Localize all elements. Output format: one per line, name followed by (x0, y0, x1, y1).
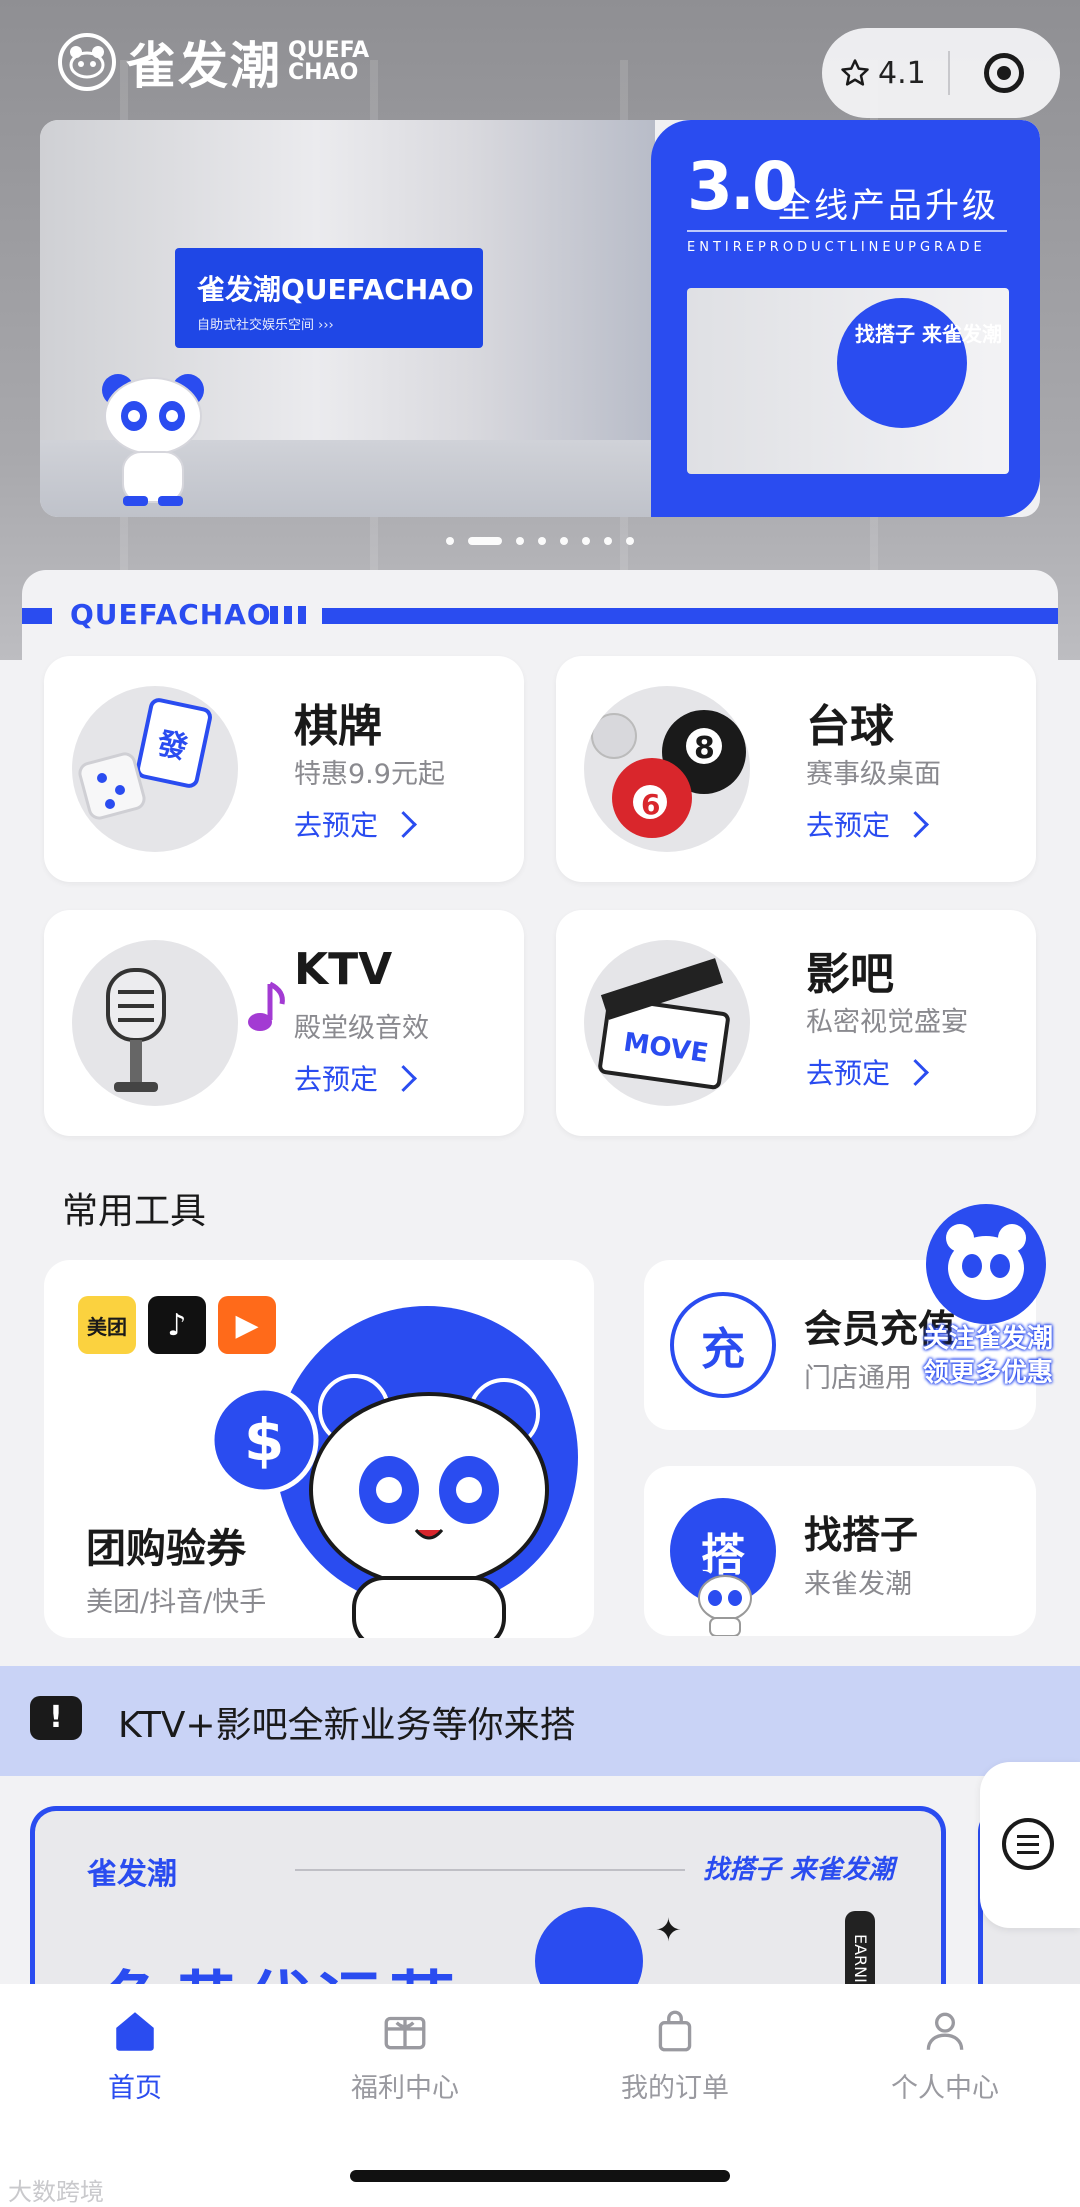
promo-title: 全线产品升级 (777, 186, 999, 226)
tab-label: 首页 (108, 2073, 162, 2104)
find-partner-card[interactable]: 搭 找搭子 来雀发潮 (644, 1466, 1036, 1636)
tool-desc: 美团/抖音/快手 (86, 1587, 267, 1618)
platform-icons: 美团 ♪ ▶ (78, 1296, 276, 1354)
kuaishou-icon: ▶ (218, 1296, 276, 1354)
service-title: KTV (294, 944, 393, 995)
tool-title: 团购验券 (86, 1526, 246, 1572)
service-title: 台球 (806, 701, 894, 752)
hero-banner[interactable]: 雀发潮QUEFACHAO 自助式社交娱乐空间 ››› 3.0 全线产品升级 EN… (40, 120, 1040, 517)
watermark: 大数跨境 (8, 2178, 104, 2206)
store-sign: 雀发潮QUEFACHAO 自助式社交娱乐空间 ››› (175, 248, 483, 348)
mini-program-capsule: 4.1 (822, 28, 1060, 118)
service-title: 影吧 (806, 949, 894, 1000)
sparkle-icon: ✦ (655, 1911, 682, 1949)
menu-float-button[interactable] (980, 1762, 1080, 1928)
promo-panel: 3.0 全线产品升级 ENTIREPRODUCTLINEUPGRADE 找搭子 … (651, 120, 1040, 517)
chevron-right-icon (390, 1064, 417, 1092)
follow-text: 关注雀发潮 领更多优惠 (922, 1324, 1053, 1388)
tab-welfare[interactable]: 福利中心 (270, 2006, 540, 2105)
brand-logo: 雀发潮 QUEFA CHAO (58, 26, 369, 98)
recharge-badge-icon: 充 (670, 1292, 776, 1398)
tab-profile[interactable]: 个人中心 (810, 2006, 1080, 2105)
home-icon (116, 2012, 154, 2051)
tools-section-title: 常用工具 (62, 1191, 207, 1232)
notice-bar[interactable]: ! KTV+影吧全新业务等你来搭 (0, 1666, 1080, 1776)
capsule-divider (947, 51, 950, 95)
store-photo: 雀发潮QUEFACHAO 自助式社交娱乐空间 ››› (40, 120, 655, 517)
tool-desc: 来雀发潮 (804, 1569, 912, 1600)
book-link[interactable]: 去预定 (806, 804, 929, 844)
panda-logo-icon (58, 33, 116, 91)
promo-subtitle: ENTIREPRODUCTLINEUPGRADE (687, 240, 986, 255)
tool-title: 找搭子 (804, 1513, 919, 1557)
star-icon (841, 59, 869, 86)
panda-mini-icon (695, 1571, 755, 1636)
svg-text:6: 6 (641, 788, 660, 821)
book-link[interactable]: 去预定 (294, 804, 417, 844)
chevron-right-icon (902, 1058, 929, 1086)
lower-banner[interactable]: 雀发潮 找搭子 来雀发潮 ✦ 鱼黄代运营 EARNING (30, 1806, 946, 2011)
rating-value: 4.1 (878, 55, 926, 91)
tab-orders[interactable]: 我的订单 (540, 2006, 810, 2105)
close-target-icon[interactable] (983, 53, 1024, 93)
clapperboard-icon: MOVE (584, 940, 750, 1106)
notice-text: KTV+影吧全新业务等你来搭 (118, 1705, 576, 1746)
user-icon (926, 2012, 964, 2050)
tab-home[interactable]: 首页 (0, 2006, 270, 2105)
brand-name-en: QUEFA CHAO (288, 38, 370, 85)
svg-text:$: $ (244, 1406, 284, 1474)
book-link[interactable]: 去预定 (806, 1052, 929, 1092)
gift-icon (384, 2016, 426, 2050)
lower-banner-brand: 雀发潮 (87, 1857, 177, 1892)
tool-desc: 门店通用 (804, 1363, 912, 1394)
home-indicator[interactable] (350, 2170, 730, 2182)
svg-text:8: 8 (694, 731, 715, 766)
panda-mascot-icon (102, 374, 204, 506)
brand-strip: QUEFACHAO (22, 598, 1058, 631)
bag-icon (658, 2010, 692, 2052)
chevron-right-icon (902, 810, 929, 838)
service-card-ktv[interactable]: KTV 殿堂级音效 去预定 (44, 910, 524, 1136)
panda-avatar-icon (926, 1204, 1046, 1324)
service-title: 棋牌 (294, 701, 382, 752)
service-desc: 殿堂级音效 (294, 1013, 429, 1044)
music-note-icon (248, 981, 285, 1031)
billiard-balls-icon: 8 6 (584, 686, 750, 852)
douyin-icon: ♪ (148, 1296, 206, 1354)
promo-photo: 找搭子 来雀发潮 (687, 288, 1009, 474)
chevron-right-icon (390, 810, 417, 838)
microphone-icon (72, 940, 238, 1106)
service-card-billiards[interactable]: 8 6 台球 赛事级桌面 去预定 (556, 656, 1036, 882)
book-link[interactable]: 去预定 (294, 1058, 417, 1098)
service-desc: 特惠9.9元起 (294, 759, 445, 790)
follow-float-button[interactable]: 关注雀发潮 领更多优惠 (912, 1204, 1064, 1394)
service-desc: 赛事级桌面 (806, 759, 941, 790)
service-card-chess[interactable]: 發 棋牌 特惠9.9元起 去预定 (44, 656, 524, 882)
group-buy-card[interactable]: $ 美团 ♪ ▶ 团购验券 美团/抖音/快手 (44, 1260, 594, 1638)
mahjong-dice-icon: 發 (72, 686, 238, 852)
lower-banner-slogan: 找搭子 来雀发潮 (703, 1855, 895, 1885)
alert-message-icon: ! (30, 1696, 82, 1740)
tab-label: 个人中心 (891, 2073, 999, 2104)
service-card-cinema[interactable]: MOVE 影吧 私密视觉盛宴 去预定 (556, 910, 1036, 1136)
tab-label: 福利中心 (351, 2073, 459, 2104)
carousel-indicator (0, 537, 1080, 545)
rating-button[interactable]: 4.1 (840, 56, 926, 91)
brand-name-cn: 雀发潮 (126, 37, 282, 95)
meituan-icon: 美团 (78, 1296, 136, 1354)
service-desc: 私密视觉盛宴 (806, 1007, 968, 1038)
tab-label: 我的订单 (621, 2073, 729, 2104)
menu-icon (1002, 1818, 1054, 1870)
